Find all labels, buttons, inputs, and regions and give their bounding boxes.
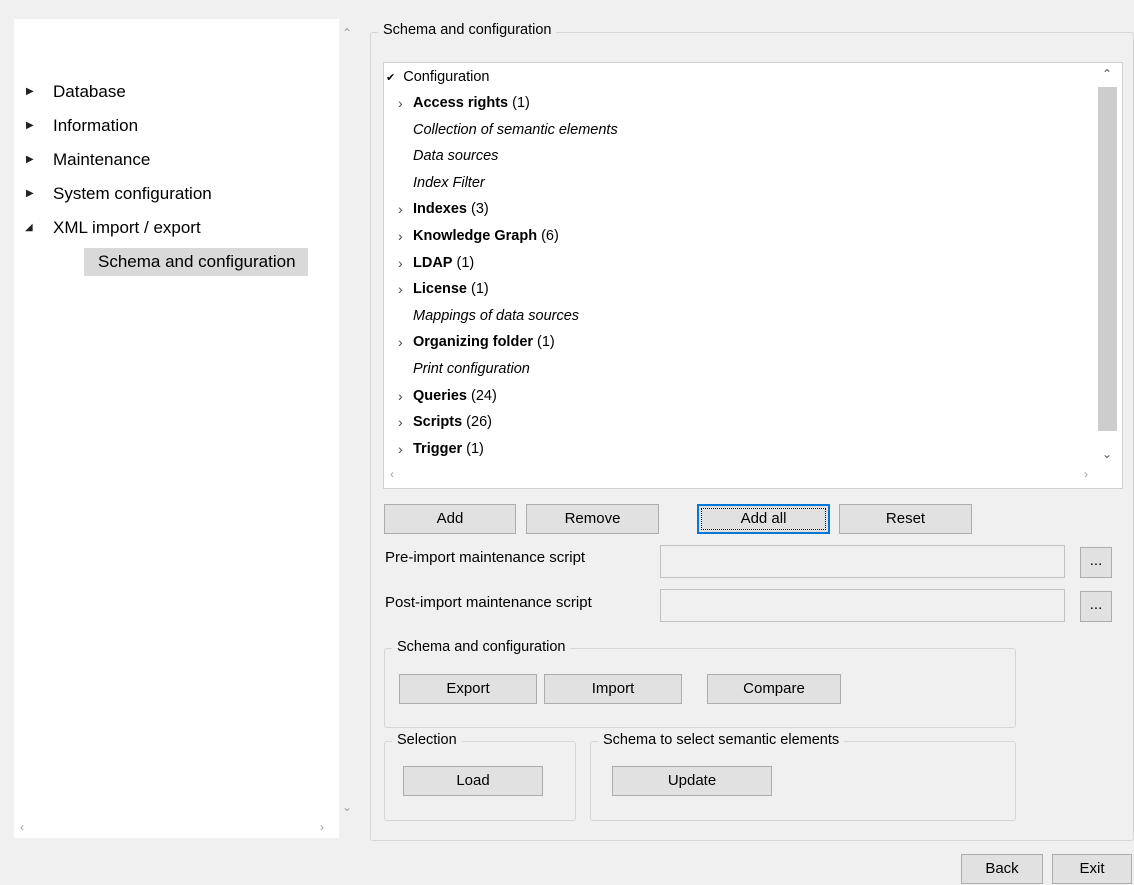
tree-item[interactable]: › Knowledge Graph (6) bbox=[398, 223, 559, 249]
expand-chevron-icon[interactable]: › bbox=[398, 329, 412, 355]
load-button[interactable]: Load bbox=[403, 766, 543, 796]
tree-item-name: Mappings of data sources bbox=[413, 307, 580, 324]
tree-item[interactable]: Mappings of data sources bbox=[398, 303, 579, 329]
nav-item-xml-import-export[interactable]: ◢ XML import / export bbox=[14, 213, 314, 243]
export-button[interactable]: Export bbox=[399, 674, 537, 704]
post-import-label: Post-import maintenance script bbox=[385, 594, 592, 611]
focus-indicator bbox=[701, 508, 826, 530]
tree-item-count: (1) bbox=[537, 334, 555, 351]
tree-item-count: (1) bbox=[456, 254, 475, 271]
tree-item-name: Index Filter bbox=[413, 174, 485, 191]
group-title: Schema to select semantic elements bbox=[598, 731, 845, 749]
scroll-right-icon[interactable]: › bbox=[320, 820, 324, 834]
scroll-right-icon[interactable]: › bbox=[1084, 467, 1088, 481]
tree-root[interactable]: ✔ Configuration bbox=[386, 64, 490, 90]
tree-item[interactable]: Print configuration bbox=[398, 356, 530, 382]
pre-import-label: Pre-import maintenance script bbox=[385, 549, 586, 566]
pre-import-browse-button[interactable]: ... bbox=[1080, 547, 1112, 578]
tree-item-name: Collection of semantic elements bbox=[413, 121, 618, 138]
expand-chevron-icon[interactable]: › bbox=[398, 196, 412, 222]
tree-item[interactable]: › LDAP (1) bbox=[398, 250, 474, 276]
scrollbar-thumb[interactable] bbox=[1098, 87, 1117, 431]
tree-item[interactable]: › License (1) bbox=[398, 276, 489, 302]
navigation-tree[interactable]: ▶ Database ▶ Information ▶ Maintenance ▶… bbox=[14, 19, 339, 838]
tree-item-count: (1) bbox=[471, 281, 489, 298]
tree-item[interactable]: Collection of semantic elements bbox=[398, 117, 618, 143]
remove-button[interactable]: Remove bbox=[526, 504, 659, 534]
tree-item-name: Indexes bbox=[413, 201, 467, 218]
nav-item-schema-and-configuration[interactable]: Schema and configuration bbox=[84, 248, 308, 276]
expand-chevron-icon[interactable]: › bbox=[398, 250, 412, 276]
import-button[interactable]: Import bbox=[544, 674, 682, 704]
tree-item[interactable]: › Queries (24) bbox=[398, 383, 497, 409]
check-icon: ✔ bbox=[386, 72, 396, 84]
reset-button[interactable]: Reset bbox=[839, 504, 972, 534]
expand-chevron-icon[interactable]: › bbox=[398, 90, 412, 116]
tree-item-count: (24) bbox=[471, 387, 497, 404]
expand-chevron-icon[interactable]: › bbox=[398, 436, 412, 462]
tree-item[interactable]: Index Filter bbox=[398, 170, 485, 196]
add-all-button[interactable]: Add all bbox=[697, 504, 830, 534]
update-button[interactable]: Update bbox=[612, 766, 772, 796]
collapsed-arrow-icon[interactable]: ▶ bbox=[26, 179, 34, 209]
tree-item[interactable]: Data sources bbox=[398, 143, 498, 169]
tree-item-name: Access rights bbox=[413, 95, 509, 111]
expand-chevron-icon[interactable]: › bbox=[398, 383, 412, 409]
expand-chevron-icon[interactable]: › bbox=[398, 223, 412, 249]
tree-item-name: Queries bbox=[413, 387, 467, 404]
back-button[interactable]: Back bbox=[961, 854, 1043, 884]
tree-item-count: (6) bbox=[541, 228, 559, 244]
tree-item[interactable]: › Organizing folder (1) bbox=[398, 329, 555, 355]
exit-button[interactable]: Exit bbox=[1052, 854, 1132, 884]
expand-chevron-icon[interactable]: › bbox=[398, 276, 412, 302]
collapsed-arrow-icon[interactable]: ▶ bbox=[26, 145, 34, 175]
tree-item-count: (26) bbox=[466, 414, 492, 431]
post-import-browse-button[interactable]: ... bbox=[1080, 591, 1112, 622]
tree-item-name: Scripts bbox=[413, 414, 463, 431]
tree-item-name: Data sources bbox=[413, 148, 499, 165]
configuration-tree[interactable]: ✔ Configuration › Access rights (1) Collect… bbox=[383, 62, 1123, 489]
group-title: Schema and configuration bbox=[392, 638, 571, 656]
post-import-script-input[interactable] bbox=[660, 589, 1065, 622]
group-title: Schema and configuration bbox=[378, 21, 557, 39]
pre-import-script-input[interactable] bbox=[660, 545, 1065, 578]
tree-item-count: (3) bbox=[471, 201, 489, 218]
tree-item-count: (1) bbox=[512, 95, 530, 111]
scroll-down-icon[interactable]: ⌄ bbox=[1102, 447, 1112, 461]
scroll-up-icon[interactable]: ⌃ bbox=[342, 26, 352, 40]
scroll-down-icon[interactable]: ⌄ bbox=[342, 800, 352, 814]
nav-item-system-configuration[interactable]: ▶ System configuration bbox=[14, 179, 314, 209]
add-button[interactable]: Add bbox=[384, 504, 516, 534]
tree-item[interactable]: › Access rights (1) bbox=[398, 90, 530, 116]
tree-item[interactable]: › Scripts (26) bbox=[398, 409, 492, 435]
collapsed-arrow-icon[interactable]: ▶ bbox=[26, 77, 34, 107]
nav-item-database[interactable]: ▶ Database bbox=[14, 77, 314, 107]
group-title: Selection bbox=[392, 731, 462, 749]
nav-item-information[interactable]: ▶ Information bbox=[14, 111, 314, 141]
compare-button[interactable]: Compare bbox=[707, 674, 841, 704]
tree-item[interactable]: › Indexes (3) bbox=[398, 196, 489, 222]
expand-chevron-icon[interactable]: › bbox=[398, 409, 412, 435]
tree-item-name: Organizing folder bbox=[413, 334, 534, 351]
scroll-left-icon[interactable]: ‹ bbox=[390, 467, 394, 481]
scroll-left-icon[interactable]: ‹ bbox=[20, 820, 24, 834]
tree-item-name: Print configuration bbox=[413, 361, 530, 377]
scroll-up-icon[interactable]: ⌃ bbox=[1102, 67, 1112, 81]
nav-item-maintenance[interactable]: ▶ Maintenance bbox=[14, 145, 314, 175]
expanded-arrow-icon[interactable]: ◢ bbox=[25, 213, 33, 243]
tree-item-count: (1) bbox=[466, 440, 484, 457]
tree-item[interactable]: › Trigger (1) bbox=[398, 436, 484, 462]
tree-item-name: Trigger bbox=[413, 440, 463, 457]
tree-item-name: LDAP bbox=[413, 254, 453, 271]
tree-item-name: License bbox=[413, 281, 467, 298]
collapsed-arrow-icon[interactable]: ▶ bbox=[26, 111, 34, 141]
tree-item-name: Knowledge Graph bbox=[413, 228, 538, 244]
